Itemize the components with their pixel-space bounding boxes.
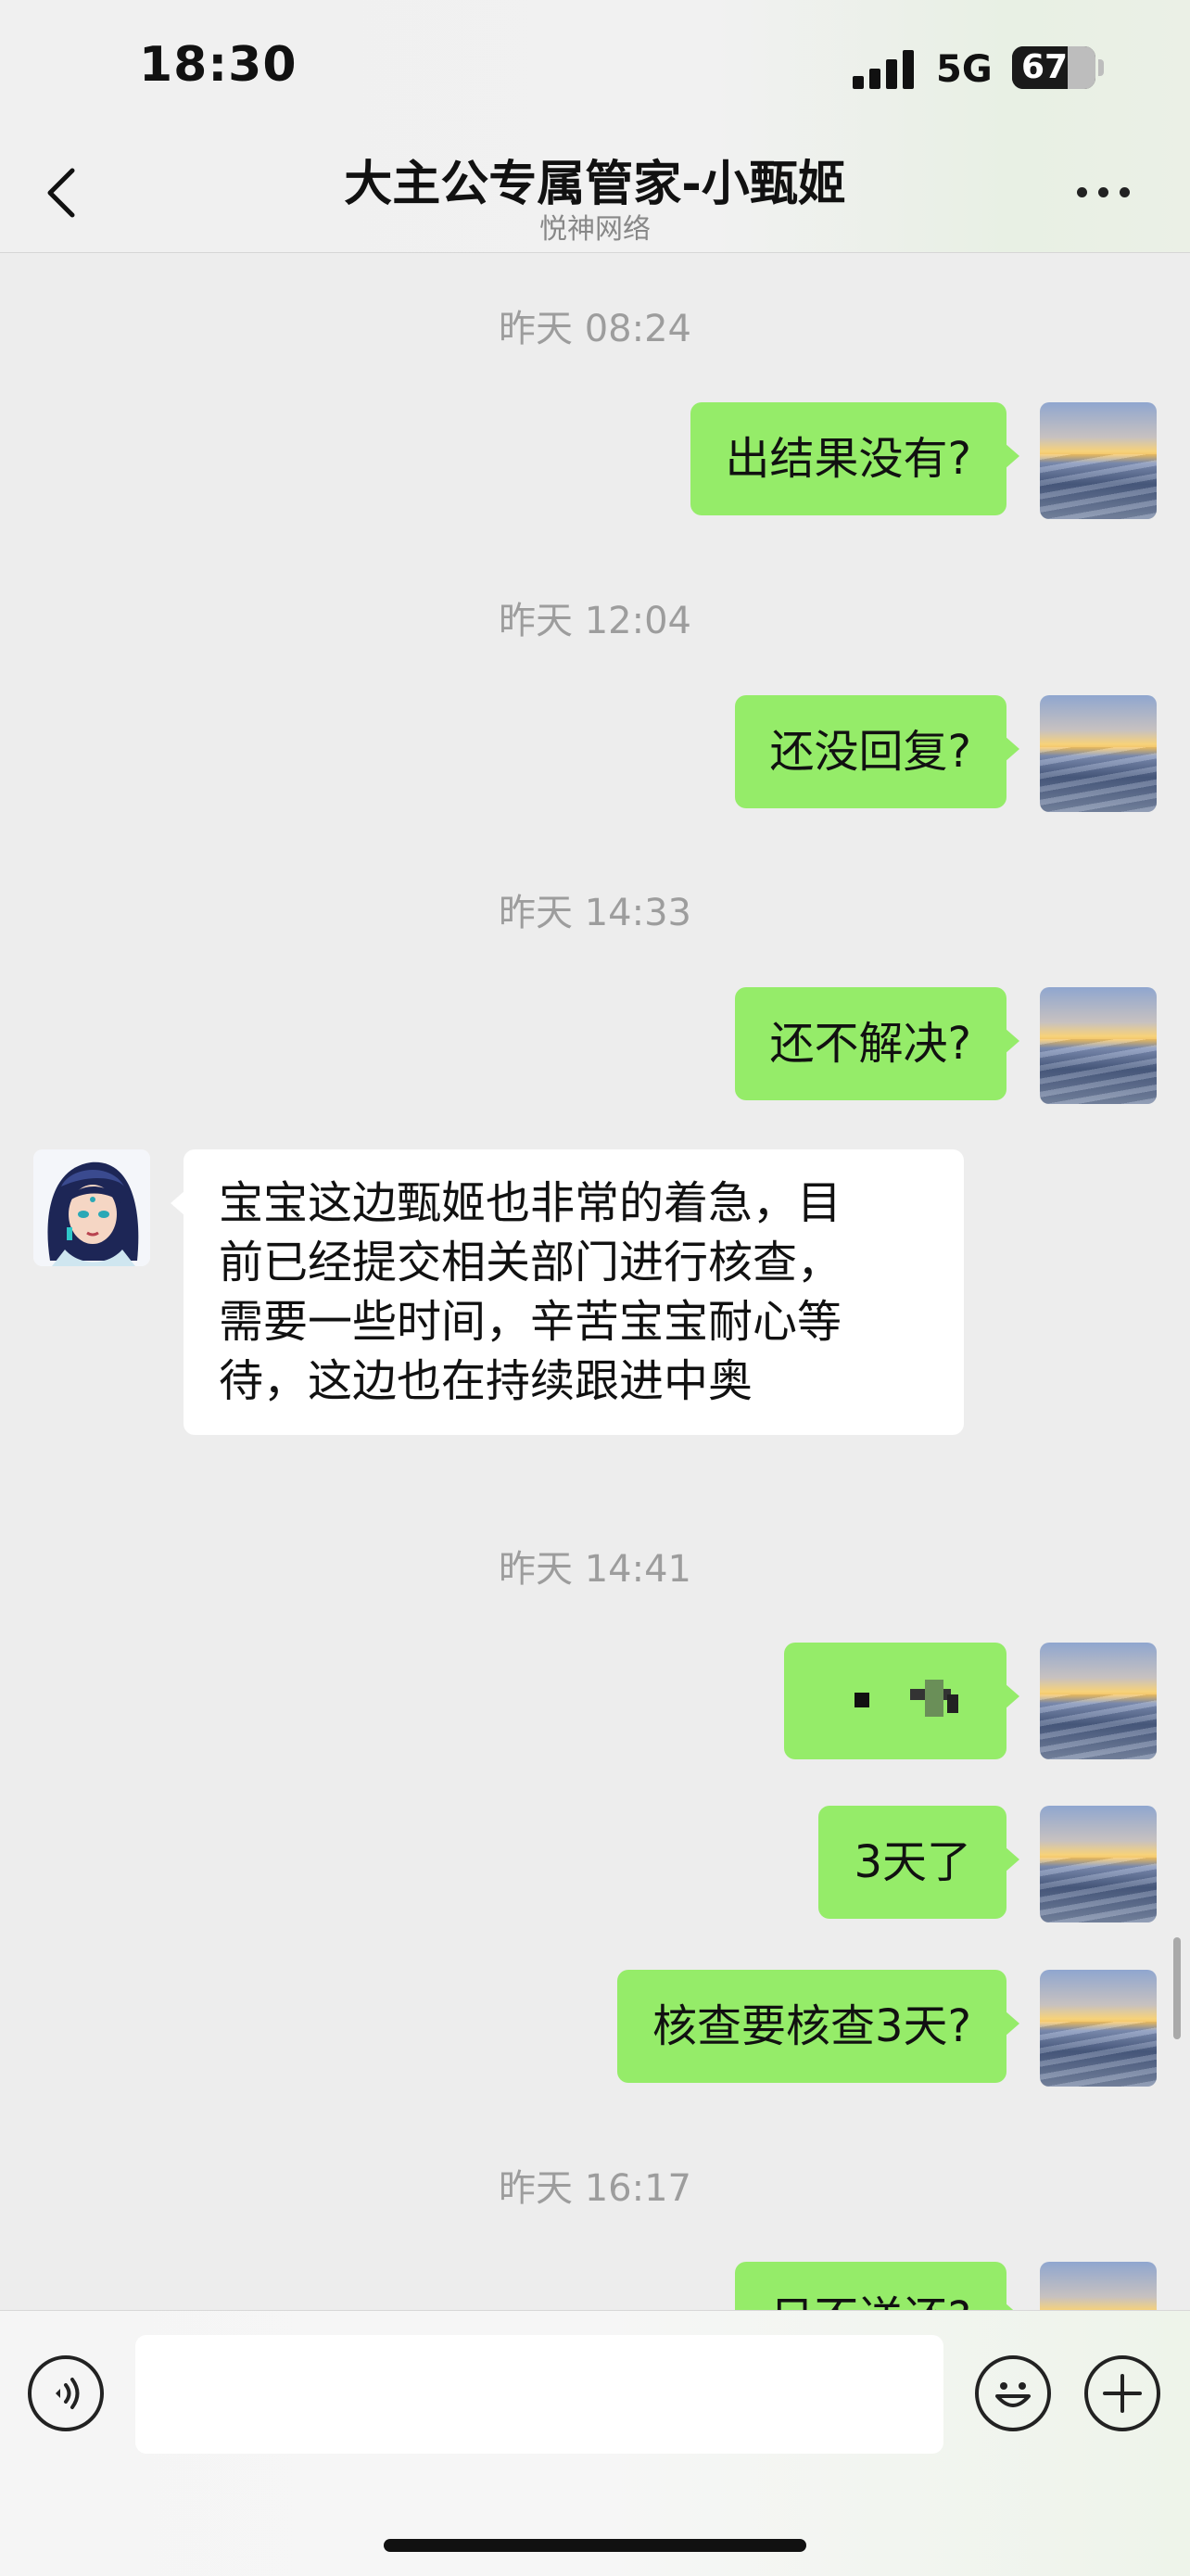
chat-title: 大主公专属管家-小甄姬 bbox=[344, 157, 846, 212]
home-indicator[interactable] bbox=[384, 2539, 806, 2552]
sent-message-bubble[interactable]: 还没回复? bbox=[734, 695, 1020, 808]
message-input[interactable] bbox=[135, 2335, 943, 2454]
plus-button[interactable] bbox=[1084, 2355, 1160, 2431]
plus-icon bbox=[1103, 2374, 1142, 2413]
voice-button[interactable] bbox=[28, 2355, 104, 2431]
user-avatar[interactable] bbox=[1040, 695, 1157, 812]
message-timestamp: 昨天 16:17 bbox=[499, 2167, 691, 2210]
status-time: 18:30 bbox=[139, 37, 298, 93]
chat-header: 大主公专属管家-小甄姬 悦神网络 bbox=[0, 139, 1190, 253]
emoji-button[interactable] bbox=[975, 2355, 1051, 2431]
sent-message-bubble[interactable]: 还不解决? bbox=[734, 987, 1020, 1100]
message-timestamp: 昨天 14:33 bbox=[499, 892, 691, 934]
redaction-block bbox=[855, 1693, 869, 1707]
voice-icon bbox=[56, 2378, 80, 2409]
message-line: 需要一些时间，辛苦宝宝耐心等 bbox=[219, 1296, 842, 1348]
message-line: 宝宝这边甄姬也非常的着急，目 bbox=[219, 1177, 842, 1229]
user-avatar[interactable] bbox=[1040, 402, 1157, 519]
redaction-block bbox=[925, 1680, 943, 1717]
sent-message-bubble[interactable]: 出结果没有? bbox=[690, 402, 1020, 515]
battery-cap bbox=[1098, 59, 1104, 76]
user-avatar[interactable] bbox=[1040, 1970, 1157, 2087]
user-avatar[interactable] bbox=[1040, 987, 1157, 1104]
scrollbar[interactable] bbox=[1173, 1937, 1181, 2039]
user-avatar[interactable] bbox=[1040, 1806, 1157, 1922]
sent-message-bubble[interactable]: 3天了 bbox=[818, 1806, 1019, 1919]
status-bar: 18:30 5G 67 bbox=[0, 0, 1190, 139]
chat-subtitle: 悦神网络 bbox=[539, 213, 651, 246]
signal-icon bbox=[853, 48, 919, 89]
received-message-bubble[interactable]: 宝宝这边甄姬也非常的着急，目 前已经提交相关部门进行核查， 需要一些时间，辛苦宝… bbox=[171, 1149, 964, 1435]
battery-level: 67 bbox=[1020, 48, 1069, 86]
assistant-avatar[interactable] bbox=[33, 1149, 150, 1266]
redaction-block bbox=[947, 1694, 958, 1713]
user-avatar[interactable] bbox=[1040, 2262, 1157, 2310]
more-button[interactable] bbox=[1075, 176, 1140, 204]
message-timestamp: 昨天 08:24 bbox=[499, 308, 691, 350]
message-line: 待，这边也在持续跟进中奥 bbox=[219, 1355, 753, 1407]
emoji-icon bbox=[995, 2382, 1031, 2407]
anime-character-icon bbox=[33, 1149, 150, 1266]
network-label: 5G bbox=[936, 48, 993, 91]
sent-message-bubble[interactable]: 日不送还? bbox=[734, 2262, 1020, 2310]
input-bar bbox=[0, 2310, 1190, 2576]
message-list[interactable]: 昨天 08:24 出结果没有? 昨天 12:04 还没回复? 昨天 14:33 … bbox=[0, 252, 1190, 2310]
message-line: 前已经提交相关部门进行核查， bbox=[219, 1237, 842, 1288]
message-timestamp: 昨天 14:41 bbox=[499, 1548, 691, 1591]
message-timestamp: 昨天 12:04 bbox=[499, 600, 691, 642]
ellipsis-icon bbox=[1077, 187, 1087, 197]
sent-message-bubble-redacted[interactable] bbox=[784, 1643, 1019, 1759]
sent-message-bubble[interactable]: 核查要核查3天? bbox=[616, 1970, 1020, 2083]
user-avatar[interactable] bbox=[1040, 1643, 1157, 1759]
battery-icon: 67 bbox=[1012, 46, 1095, 89]
